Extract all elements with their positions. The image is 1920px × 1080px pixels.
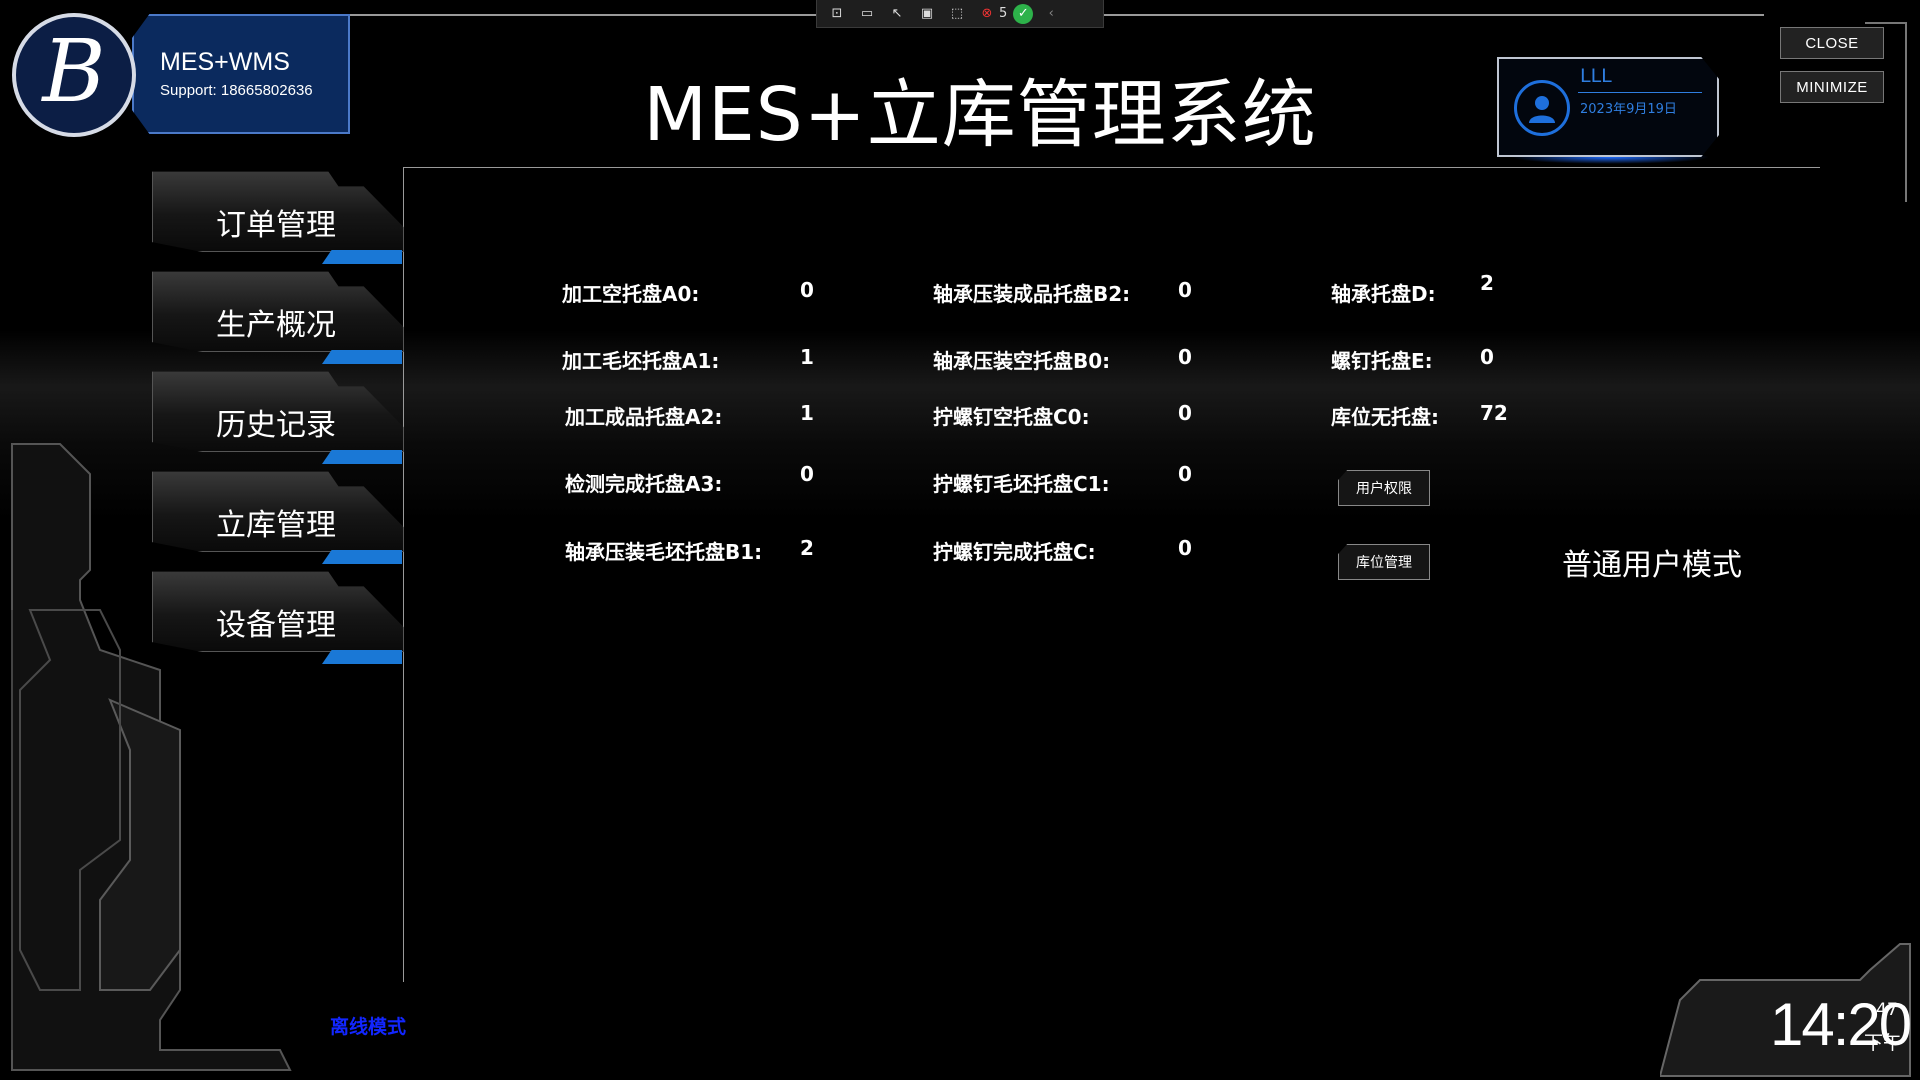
stat-label: 轴承压装空托盘B0: — [933, 349, 1111, 373]
stat-value: 1 — [800, 345, 814, 369]
stat-label: 轴承托盘D: — [1331, 282, 1436, 306]
logo: B — [12, 13, 136, 137]
brand-title: MES+WMS — [160, 48, 290, 76]
nav-item-label: 历史记录 — [216, 408, 336, 443]
error-count: 5 — [999, 6, 1008, 21]
offline-status: 离线模式 — [330, 1016, 407, 1038]
stat-value: 0 — [800, 278, 814, 302]
clock-ampm: 下午 — [1864, 1032, 1903, 1054]
stat-label: 加工成品托盘A2: — [565, 405, 723, 429]
stat-label: 检测完成托盘A3: — [565, 472, 723, 496]
stat-value: 0 — [1178, 462, 1192, 486]
nav-item-label: 生产概况 — [216, 308, 336, 343]
clock-seconds: 47 — [1876, 1000, 1898, 1020]
nav-accent — [322, 450, 402, 464]
location-management-button[interactable]: 库位管理 — [1338, 544, 1430, 580]
nav-accent — [322, 250, 402, 264]
video-icon[interactable]: ▭ — [855, 3, 879, 25]
frame-icon[interactable]: ▣ — [915, 3, 939, 25]
stat-label: 拧螺钉完成托盘C: — [933, 540, 1096, 564]
stat-label: 库位无托盘: — [1331, 405, 1439, 429]
stat-label: 拧螺钉毛坯托盘C1: — [933, 472, 1110, 496]
logo-letter: B — [42, 22, 106, 122]
nav-accent — [322, 350, 402, 364]
chevron-left-icon[interactable]: ‹ — [1039, 3, 1063, 25]
stat-value: 0 — [1178, 345, 1192, 369]
stat-value: 72 — [1480, 401, 1508, 425]
nav-item-production[interactable]: 生产概况 — [152, 270, 404, 364]
adorner-icon[interactable]: ⬚ — [945, 3, 969, 25]
stat-value: 0 — [1178, 536, 1192, 560]
user-name: LLL — [1580, 65, 1612, 87]
stat-value: 2 — [1480, 271, 1494, 295]
stat-label: 螺钉托盘E: — [1331, 349, 1433, 373]
frame-content-left-line — [403, 167, 404, 982]
nav-item-equipment[interactable]: 设备管理 — [152, 570, 404, 664]
debug-toolbar: ⊡ ▭ ↖ ▣ ⬚ ⊗ 5 ✓ ‹ — [816, 0, 1104, 28]
select-element-icon[interactable]: ⊡ — [825, 3, 849, 25]
close-button[interactable]: CLOSE — [1780, 27, 1884, 59]
nav-item-label: 订单管理 — [216, 208, 336, 243]
binding-error-icon[interactable]: ⊗ — [975, 3, 999, 25]
nav-item-warehouse[interactable]: 立库管理 — [152, 470, 404, 564]
stat-label: 轴承压装成品托盘B2: — [933, 282, 1131, 306]
nav-accent — [322, 650, 402, 664]
user-divider — [1578, 92, 1702, 93]
minimize-button[interactable]: MINIMIZE — [1780, 71, 1884, 103]
nav-accent — [322, 550, 402, 564]
stat-value: 0 — [1178, 401, 1192, 425]
stat-value: 0 — [1178, 278, 1192, 302]
stat-value: 0 — [800, 462, 814, 486]
user-permission-button[interactable]: 用户权限 — [1338, 470, 1430, 506]
frame-content-top-line — [404, 167, 1820, 168]
stat-value: 1 — [800, 401, 814, 425]
stat-label: 轴承压装毛坯托盘B1: — [565, 540, 763, 564]
check-icon[interactable]: ✓ — [1013, 3, 1034, 24]
brand-support: Support: 18665802636 — [160, 82, 313, 99]
stat-value: 0 — [1480, 345, 1494, 369]
user-date: 2023年9月19日 — [1580, 102, 1677, 117]
frame-top-right-line — [1104, 14, 1764, 16]
nav-item-label: 设备管理 — [216, 608, 336, 643]
user-avatar-icon — [1514, 80, 1570, 136]
page-title: MES+立库管理系统 — [643, 72, 1317, 158]
cursor-icon[interactable]: ↖ — [885, 3, 909, 25]
nav-item-orders[interactable]: 订单管理 — [152, 170, 404, 264]
stat-label: 加工空托盘A0: — [562, 282, 700, 306]
user-mode-label: 普通用户模式 — [1562, 548, 1742, 583]
stat-value: 2 — [800, 536, 814, 560]
nav-item-history[interactable]: 历史记录 — [152, 370, 404, 464]
frame-top-left-line — [350, 14, 816, 16]
stat-label: 加工毛坯托盘A1: — [562, 349, 720, 373]
nav-item-label: 立库管理 — [216, 508, 336, 543]
stat-label: 拧螺钉空托盘C0: — [933, 405, 1090, 429]
